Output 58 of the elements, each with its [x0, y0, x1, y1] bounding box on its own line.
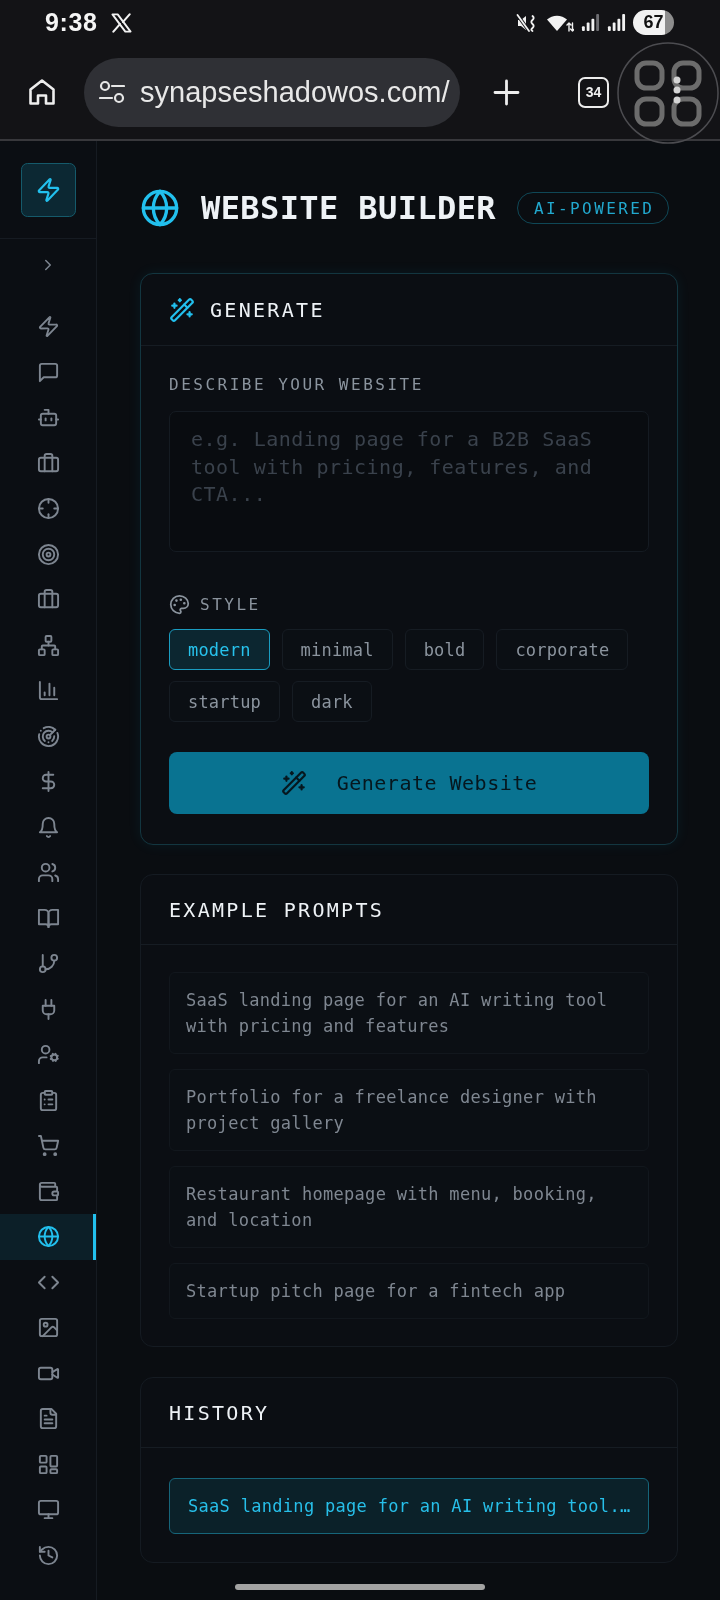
- palette-icon: [169, 593, 190, 615]
- example-prompt-item[interactable]: Portfolio for a freelance designer with project gallery: [169, 1069, 649, 1151]
- style-option[interactable]: bold: [404, 629, 485, 670]
- style-label: STYLE: [200, 594, 261, 614]
- status-time: 9:38: [45, 8, 98, 37]
- git-branch-icon: [36, 952, 60, 976]
- chat-bubble-icon: [36, 360, 60, 384]
- user-gear-icon: [36, 1043, 60, 1067]
- url-text: synapseshadowos.com/: [140, 75, 450, 109]
- users-icon: [36, 861, 60, 885]
- tab-count-button[interactable]: 34: [578, 76, 609, 108]
- wallet-icon: [36, 1179, 60, 1203]
- crosshair-icon: [36, 497, 60, 521]
- target-icon: [36, 542, 60, 566]
- card-title: HISTORY: [169, 1400, 270, 1425]
- page-title: WEBSITE BUILDER: [201, 188, 496, 228]
- x-logo-icon: [111, 12, 133, 33]
- bell-icon: [36, 815, 60, 839]
- field-label: DESCRIBE YOUR WEBSITE: [169, 376, 425, 394]
- home-icon[interactable]: [28, 78, 56, 106]
- book-icon: [36, 906, 60, 930]
- radar-icon: [36, 724, 60, 748]
- lightning-logo-icon[interactable]: [20, 163, 76, 217]
- globe-icon: [140, 188, 180, 228]
- history-item[interactable]: SaaS landing page for an AI writing tool.…: [169, 1478, 649, 1534]
- generate-button[interactable]: Generate Website: [169, 752, 649, 814]
- hierarchy-icon: [36, 633, 60, 657]
- magic-wand-icon: [169, 296, 195, 323]
- style-option[interactable]: minimal: [281, 629, 393, 670]
- description-input[interactable]: e.g. Landing page for a B2B SaaS tool with pricing, features, and CTA...: [169, 411, 649, 552]
- card-title: EXAMPLE PROMPTS: [169, 897, 385, 922]
- lightning-icon: [36, 315, 60, 339]
- example-prompt-item[interactable]: Restaurant homepage with menu, booking, and location: [169, 1166, 649, 1248]
- image-icon: [36, 1316, 60, 1340]
- site-settings-icon[interactable]: [99, 80, 125, 104]
- mute-icon: [516, 12, 537, 33]
- briefcase-icon: [36, 451, 60, 475]
- example-prompt-item[interactable]: Startup pitch page for a fintech app: [169, 1263, 649, 1319]
- card-title: GENERATE: [210, 297, 325, 322]
- new-tab-icon[interactable]: [493, 78, 520, 106]
- battery-indicator: 67: [633, 10, 674, 35]
- dashboard-icon: [36, 1452, 60, 1476]
- globe-icon: [36, 1225, 60, 1249]
- signal-icon: [581, 13, 600, 32]
- style-option[interactable]: dark: [292, 681, 372, 722]
- monitor-icon: [36, 1498, 60, 1522]
- style-option[interactable]: modern: [169, 629, 270, 670]
- history-icon: [36, 1543, 60, 1567]
- sidebar-nav-item[interactable]: [0, 1214, 96, 1260]
- magic-wand-icon: [280, 770, 307, 796]
- floating-menu-icon[interactable]: [617, 42, 719, 144]
- bar-chart-icon: [36, 679, 60, 703]
- signal-icon: [607, 13, 626, 32]
- address-bar[interactable]: synapseshadowos.com/: [84, 57, 460, 127]
- style-option[interactable]: startup: [169, 681, 281, 722]
- style-option[interactable]: corporate: [496, 629, 629, 670]
- example-prompt-item[interactable]: SaaS landing page for an AI writing tool with pricing and features: [169, 972, 649, 1054]
- cart-icon: [36, 1134, 60, 1158]
